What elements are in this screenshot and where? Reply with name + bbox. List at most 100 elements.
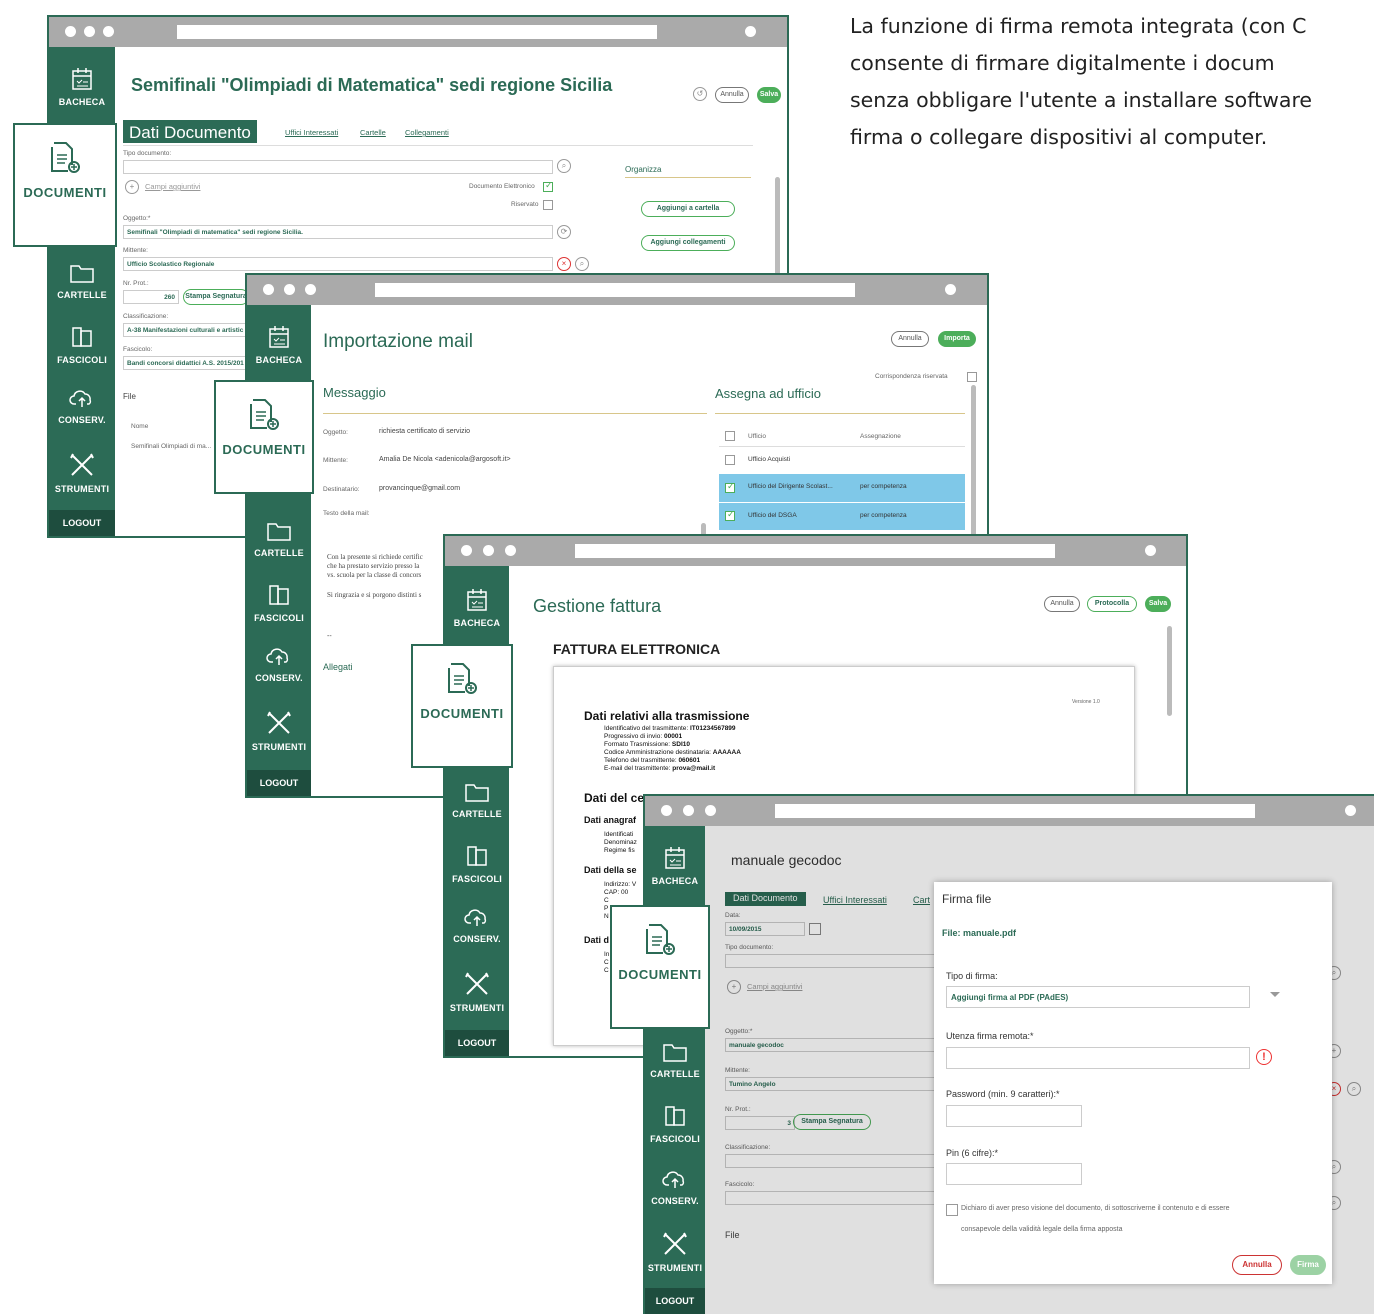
link-icon[interactable]: ⟳ bbox=[557, 225, 571, 239]
nav-fascicoli[interactable]: FASCICOLI bbox=[445, 844, 509, 884]
search-icon[interactable]: ⌕ bbox=[557, 159, 571, 173]
scrollbar[interactable] bbox=[1167, 626, 1172, 716]
address-bar[interactable] bbox=[575, 544, 1055, 558]
riservato-checkbox[interactable] bbox=[543, 200, 553, 210]
data-line: Indirizzo: V bbox=[604, 881, 637, 888]
binder-icon bbox=[72, 327, 92, 347]
dialog-title: Firma file bbox=[942, 892, 992, 906]
nav-cartelle[interactable]: CARTELLE bbox=[49, 262, 115, 300]
tipo-documento-field[interactable] bbox=[123, 160, 553, 174]
nav-bacheca[interactable]: BACHECA bbox=[49, 67, 115, 107]
salva-button[interactable]: Salva bbox=[757, 87, 781, 103]
documento-elettronico-checkbox[interactable] bbox=[543, 180, 553, 192]
nav-strumenti[interactable]: STRUMENTI bbox=[645, 1231, 705, 1273]
nav-fascicoli[interactable]: FASCICOLI bbox=[49, 325, 115, 365]
annulla-button[interactable]: Annulla bbox=[715, 87, 749, 103]
campi-aggiuntivi-link[interactable]: Campi aggiuntivi bbox=[145, 182, 200, 191]
tipo-firma-select[interactable]: Aggiungi firma al PDF (PAdES) bbox=[946, 986, 1250, 1008]
nr-prot-field[interactable]: 260 bbox=[123, 290, 179, 304]
tab-dati-documento[interactable]: Dati Documento bbox=[123, 120, 257, 143]
nav-strumenti[interactable]: STRUMENTI bbox=[247, 710, 311, 752]
nav-conserv[interactable]: CONSERV. bbox=[49, 387, 115, 425]
row-checkbox[interactable] bbox=[725, 481, 735, 493]
add-icon[interactable]: + bbox=[125, 180, 139, 194]
pin-field[interactable] bbox=[946, 1163, 1082, 1185]
tab-collegamenti[interactable]: Collegamenti bbox=[405, 128, 449, 137]
utenza-field[interactable] bbox=[946, 1047, 1250, 1069]
divider bbox=[323, 413, 707, 414]
logout-button[interactable]: LOGOUT bbox=[49, 510, 115, 536]
chevron-down-icon[interactable] bbox=[1270, 992, 1280, 997]
search-icon[interactable]: ⌕ bbox=[575, 257, 589, 271]
stampa-segnatura-button[interactable]: Stampa Segnatura bbox=[183, 289, 249, 305]
col-ufficio: Ufficio bbox=[748, 433, 766, 440]
tab-uffici[interactable]: Uffici Interessati bbox=[285, 128, 338, 137]
window-dot bbox=[103, 26, 114, 37]
nav-bacheca[interactable]: BACHECA bbox=[445, 588, 509, 628]
nav-strumenti[interactable]: STRUMENTI bbox=[49, 452, 115, 494]
aggiungi-cartella-button[interactable]: Aggiungi a cartella bbox=[641, 201, 735, 217]
dichiaro-checkbox[interactable] bbox=[946, 1204, 958, 1216]
history-icon[interactable]: ↺ bbox=[693, 87, 707, 101]
annulla-button[interactable]: Annulla bbox=[1044, 596, 1080, 612]
documento-elettronico-label: Documento Elettronico bbox=[469, 183, 535, 190]
importa-button[interactable]: Importa bbox=[938, 331, 976, 347]
intro-line: La funzione di firma remota integrata (c… bbox=[850, 14, 1307, 38]
table-row[interactable]: Ufficio del DSGA per competenza bbox=[719, 503, 965, 530]
oggetto-field[interactable]: Semifinali "Olimpiadi di matematica" sed… bbox=[123, 225, 553, 239]
table-row[interactable]: Ufficio Acquisti bbox=[719, 446, 965, 472]
salva-button[interactable]: Salva bbox=[1145, 596, 1171, 612]
nav-cartelle[interactable]: CARTELLE bbox=[445, 781, 509, 819]
section-title: Dati relativi alla trasmissione bbox=[584, 709, 750, 723]
tools-icon bbox=[70, 453, 94, 476]
logout-button[interactable]: LOGOUT bbox=[445, 1030, 509, 1056]
nav-documenti-card[interactable]: DOCUMENTI bbox=[13, 123, 117, 247]
nav-documenti-card[interactable]: DOCUMENTI bbox=[610, 905, 710, 1029]
firma-button[interactable]: Firma bbox=[1290, 1255, 1326, 1275]
nav-label: CARTELLE bbox=[57, 290, 107, 300]
address-bar[interactable] bbox=[775, 804, 1255, 818]
annulla-button[interactable]: Annulla bbox=[891, 331, 929, 347]
nav-documenti-card[interactable]: DOCUMENTI bbox=[411, 644, 513, 768]
nav-conserv[interactable]: CONSERV. bbox=[445, 906, 509, 944]
clear-icon[interactable]: × bbox=[557, 257, 571, 271]
testo-label: Testo della mail: bbox=[323, 510, 370, 517]
scrollbar[interactable] bbox=[971, 385, 976, 545]
oggetto-label: Oggetto: bbox=[323, 429, 348, 436]
oggetto-value: richiesta certificato di servizio bbox=[379, 428, 471, 435]
nav-cartelle[interactable]: CARTELLE bbox=[645, 1041, 705, 1079]
data-line: C bbox=[604, 967, 609, 974]
nav-bacheca[interactable]: BACHECA bbox=[247, 325, 311, 365]
corrispondenza-riservata-checkbox[interactable] bbox=[967, 372, 977, 382]
nav-fascicoli[interactable]: FASCICOLI bbox=[247, 583, 311, 623]
annulla-button[interactable]: Annulla bbox=[1232, 1255, 1282, 1275]
table-row[interactable]: Ufficio del Dirigente Scolast... per com… bbox=[719, 474, 965, 502]
nav-bacheca[interactable]: BACHECA bbox=[645, 846, 705, 886]
cloud-upload-icon bbox=[266, 648, 289, 665]
nav-cartelle[interactable]: CARTELLE bbox=[247, 520, 311, 558]
mittente-field[interactable]: Ufficio Scolastico Regionale bbox=[123, 257, 553, 271]
logout-button[interactable]: LOGOUT bbox=[247, 770, 311, 796]
data-line: CAP: 00 bbox=[604, 889, 629, 896]
browser-bar bbox=[247, 275, 987, 305]
tab-cartelle[interactable]: Cartelle bbox=[360, 128, 386, 137]
password-field[interactable] bbox=[946, 1105, 1082, 1127]
nav-conserv[interactable]: CONSERV. bbox=[247, 645, 311, 683]
row-checkbox[interactable] bbox=[725, 455, 735, 465]
nav-fascicoli[interactable]: FASCICOLI bbox=[645, 1104, 705, 1144]
page-title: Gestione fattura bbox=[533, 596, 662, 616]
nav-documenti-card[interactable]: DOCUMENTI bbox=[214, 380, 314, 494]
data-line: Denominaz bbox=[604, 839, 637, 846]
mittente-label: Mittente: bbox=[123, 247, 148, 254]
logout-button[interactable]: LOGOUT bbox=[645, 1288, 705, 1314]
protocolla-button[interactable]: Protocolla bbox=[1087, 596, 1137, 612]
address-bar[interactable] bbox=[375, 283, 855, 297]
file-row[interactable]: Semifinali Olimpiadi di ma... bbox=[131, 443, 211, 450]
row-checkbox[interactable] bbox=[725, 509, 735, 521]
nav-conserv[interactable]: CONSERV. bbox=[645, 1168, 705, 1206]
aggiungi-collegamenti-button[interactable]: Aggiungi collegamenti bbox=[641, 235, 735, 251]
nav-strumenti[interactable]: STRUMENTI bbox=[445, 971, 509, 1013]
select-all-checkbox[interactable] bbox=[725, 431, 735, 441]
address-bar[interactable] bbox=[177, 25, 657, 39]
data-key: Formato Trasmissione: bbox=[604, 741, 672, 748]
